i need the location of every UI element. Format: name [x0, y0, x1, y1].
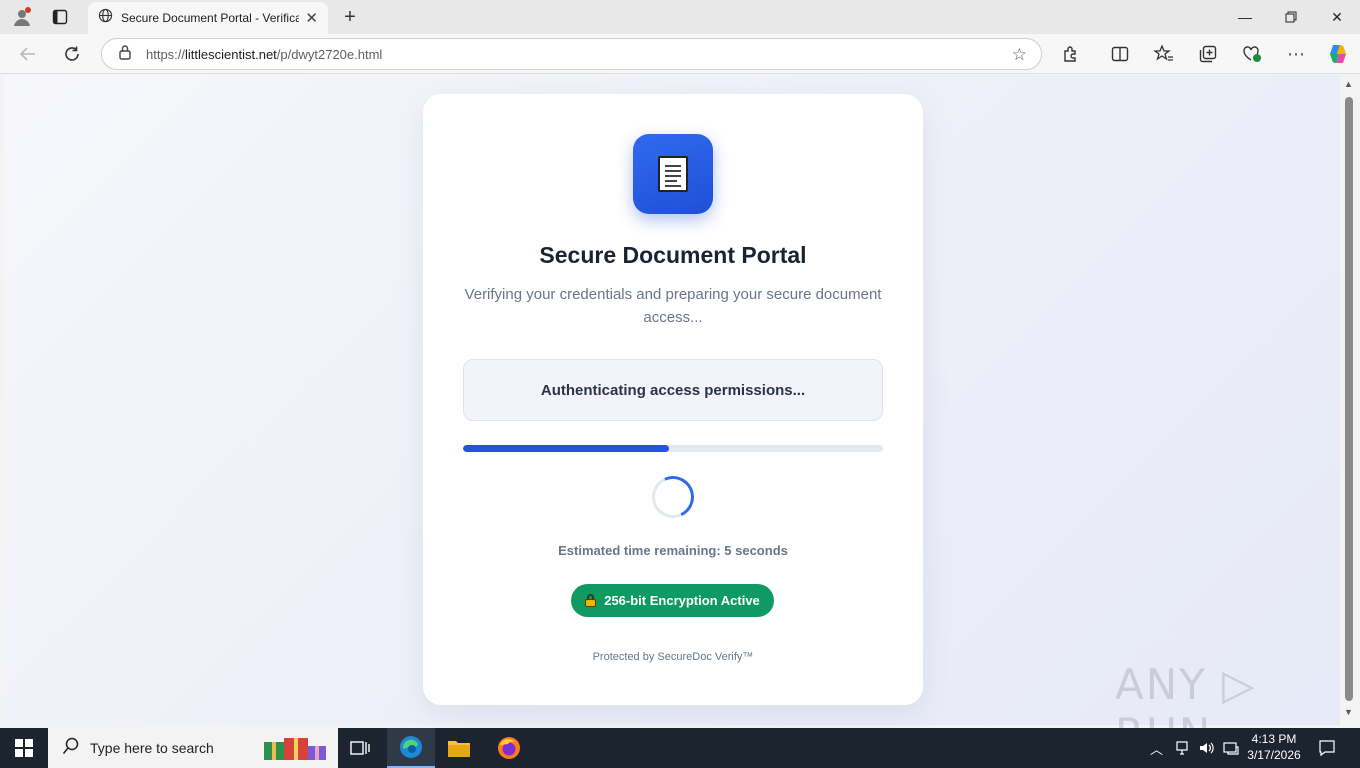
scroll-thumb[interactable] — [1345, 97, 1353, 701]
taskbar-search-box[interactable]: Type here to search — [48, 728, 338, 768]
page-viewport: Secure Document Portal Verifying your cr… — [4, 75, 1340, 725]
edge-taskbar-icon[interactable] — [387, 728, 435, 768]
clock-date: 3/17/2026 — [1247, 748, 1301, 762]
search-icon — [62, 737, 80, 760]
vertical-scrollbar[interactable]: ▲ ▼ — [1340, 75, 1360, 725]
collections-icon[interactable] — [1194, 41, 1222, 67]
network-icon[interactable] — [1174, 728, 1190, 768]
clock-time: 4:13 PM — [1251, 732, 1297, 746]
refresh-button[interactable] — [58, 41, 86, 67]
start-button[interactable] — [0, 728, 48, 768]
system-clock[interactable]: 4:13 PM 3/17/2026 — [1244, 731, 1304, 763]
url-path: /p/dwyt2720e.html — [276, 46, 383, 62]
split-screen-icon[interactable] — [1106, 41, 1134, 67]
active-tab[interactable]: Secure Document Portal - Verification ✕ — [88, 2, 328, 34]
document-icon — [633, 134, 713, 214]
loading-spinner-icon — [646, 470, 700, 524]
tab-title: Secure Document Portal - Verification — [121, 11, 300, 25]
tab-actions-icon[interactable] — [48, 5, 72, 29]
gifts-icon — [262, 734, 332, 767]
minimize-button[interactable]: — — [1222, 0, 1268, 34]
progress-bar-fill — [463, 445, 669, 452]
new-tab-button[interactable]: + — [338, 5, 362, 29]
back-button[interactable] — [14, 41, 42, 67]
show-hidden-icons[interactable]: ︿ — [1150, 728, 1163, 768]
settings-more-icon[interactable]: ⋯ — [1282, 41, 1310, 67]
address-bar[interactable]: https://littlescientist.net/p/dwyt2720e.… — [101, 38, 1042, 70]
encryption-badge-label: 256-bit Encryption Active — [604, 593, 760, 608]
close-window-button[interactable]: ✕ — [1314, 0, 1360, 34]
encryption-badge: 256-bit Encryption Active — [571, 584, 774, 617]
page-title: Secure Document Portal — [539, 242, 807, 268]
verification-card: Secure Document Portal Verifying your cr… — [423, 94, 923, 705]
volume-icon[interactable] — [1198, 728, 1216, 768]
restore-button[interactable] — [1268, 0, 1314, 34]
browser-tab-bar: Secure Document Portal - Verification ✕ … — [0, 0, 1360, 34]
url-host: littlescientist.net — [185, 46, 277, 62]
copilot-icon[interactable] — [1324, 41, 1352, 67]
page-subtitle: Verifying your credentials and preparing… — [464, 286, 882, 326]
status-message: Authenticating access permissions... — [463, 359, 883, 421]
notifications-icon[interactable] — [1318, 728, 1336, 768]
globe-icon — [98, 8, 113, 28]
scroll-up-arrow-icon[interactable]: ▲ — [1344, 79, 1353, 89]
browser-toolbar: https://littlescientist.net/p/dwyt2720e.… — [0, 34, 1360, 74]
footer-note: Protected by SecureDoc Verify™ — [592, 651, 754, 663]
language-icon[interactable] — [1222, 728, 1240, 768]
windows-taskbar: Type here to search ︿ 4:13 PM 3/17/2026 — [0, 728, 1360, 768]
favorites-icon[interactable] — [1150, 41, 1178, 67]
progress-bar — [463, 445, 883, 452]
browser-essentials-icon[interactable] — [1238, 41, 1266, 67]
profile-icon[interactable] — [10, 5, 34, 29]
scroll-down-arrow-icon[interactable]: ▼ — [1344, 707, 1353, 717]
lock-icon[interactable] — [118, 44, 132, 65]
padlock-icon — [585, 594, 597, 607]
windows-logo-icon — [15, 739, 33, 757]
url-scheme: https:// — [146, 46, 186, 62]
task-view-icon[interactable] — [336, 728, 384, 768]
tab-close-icon[interactable]: ✕ — [305, 9, 318, 27]
firefox-icon[interactable] — [485, 728, 533, 768]
favorite-star-icon[interactable]: ☆ — [1012, 45, 1027, 65]
url-text: https://littlescientist.net/p/dwyt2720e.… — [146, 47, 382, 62]
extensions-icon[interactable] — [1057, 41, 1085, 67]
search-placeholder: Type here to search — [90, 740, 214, 756]
file-explorer-icon[interactable] — [435, 728, 483, 768]
estimated-time: Estimated time remaining: 5 seconds — [558, 543, 788, 558]
